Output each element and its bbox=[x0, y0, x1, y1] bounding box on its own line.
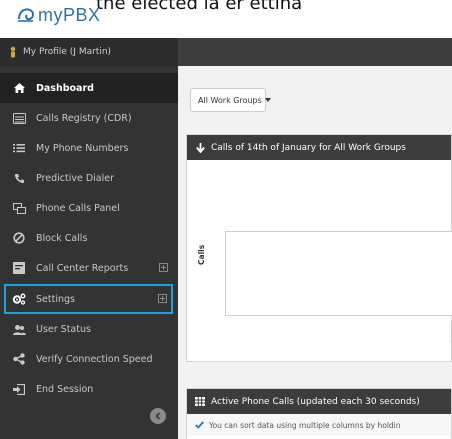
sidebar-item-label: Dashboard bbox=[36, 82, 94, 94]
sidebar-item-phone-numbers[interactable]: My Phone Numbers bbox=[0, 133, 178, 163]
profile-link[interactable]: My Profile (J Martin) bbox=[0, 38, 178, 66]
gear-icon bbox=[12, 292, 26, 306]
calls-chart-ylabel: Calls bbox=[197, 244, 206, 265]
sidebar-item-predictive-dialer[interactable]: Predictive Dialer bbox=[0, 163, 178, 193]
sidebar-item-label: End Session bbox=[36, 383, 94, 395]
registry-icon bbox=[12, 111, 26, 125]
sidebar-item-label: Call Center Reports bbox=[36, 262, 129, 274]
mypbx-logo-icon bbox=[18, 8, 34, 22]
sidebar-item-label: User Status bbox=[36, 323, 91, 335]
panel-icon bbox=[12, 201, 26, 215]
calls-chart-area bbox=[225, 231, 452, 316]
check-icon bbox=[195, 421, 204, 429]
profile-label: My Profile (J Martin) bbox=[23, 47, 112, 57]
calls-chart-panel-header: Calls of 14th of January for All Work Gr… bbox=[187, 135, 451, 160]
sidebar-item-label: Settings bbox=[36, 293, 75, 305]
workgroup-select-value: All Work Groups bbox=[198, 95, 262, 105]
users-icon bbox=[12, 322, 26, 336]
sidebar-item-calls-registry[interactable]: Calls Registry (CDR) bbox=[0, 103, 178, 133]
logout-icon bbox=[12, 382, 26, 396]
block-icon bbox=[12, 231, 26, 245]
user-icon bbox=[10, 46, 16, 58]
sidebar-item-label: My Phone Numbers bbox=[36, 142, 129, 154]
arrow-down-icon bbox=[195, 142, 205, 153]
brand-logo[interactable]: myPBX bbox=[16, 2, 101, 28]
share-icon bbox=[12, 352, 26, 366]
chevron-left-icon bbox=[155, 412, 161, 420]
sidebar-item-block-calls[interactable]: Block Calls bbox=[0, 223, 178, 253]
reports-icon bbox=[12, 261, 26, 275]
sidebar-item-settings[interactable]: Settings bbox=[4, 284, 173, 314]
phone-icon bbox=[12, 171, 26, 185]
caret-down-icon bbox=[264, 98, 271, 102]
active-calls-panel-header: Active Phone Calls (updated each 30 seco… bbox=[187, 389, 451, 414]
sort-info-message: You can sort data using multiple columns… bbox=[187, 414, 451, 436]
workgroup-select[interactable]: All Work Groups bbox=[190, 88, 271, 112]
table-icon bbox=[195, 397, 205, 407]
list-icon bbox=[12, 141, 26, 155]
calls-chart-title: Calls of 14th of January for All Work Gr… bbox=[211, 142, 406, 153]
sidebar-item-user-status[interactable]: User Status bbox=[0, 314, 178, 344]
sidebar-item-call-center-reports[interactable]: Call Center Reports bbox=[0, 253, 178, 283]
expand-icon[interactable] bbox=[158, 294, 167, 303]
sidebar-item-label: Verify Connection Speed bbox=[36, 353, 153, 365]
sidebar-item-end-session[interactable]: End Session bbox=[0, 374, 178, 404]
sidebar-item-phone-calls-panel[interactable]: Phone Calls Panel bbox=[0, 193, 178, 223]
sidebar-item-dashboard[interactable]: Dashboard bbox=[0, 73, 184, 103]
expand-icon[interactable] bbox=[159, 263, 168, 272]
home-icon bbox=[12, 81, 26, 95]
sidebar-item-label: Predictive Dialer bbox=[36, 172, 115, 184]
collapse-sidebar-button[interactable] bbox=[150, 408, 166, 424]
sidebar-item-label: Block Calls bbox=[36, 232, 88, 244]
sidebar-item-verify-connection-speed[interactable]: Verify Connection Speed bbox=[0, 344, 178, 374]
calls-chart-panel: Calls of 14th of January for All Work Gr… bbox=[186, 134, 452, 362]
active-calls-title: Active Phone Calls (updated each 30 seco… bbox=[211, 396, 420, 407]
active-calls-panel: Active Phone Calls (updated each 30 seco… bbox=[186, 388, 452, 439]
brand-name: myPBX bbox=[38, 5, 101, 25]
sidebar-item-label: Calls Registry (CDR) bbox=[36, 112, 132, 124]
sort-info-text: You can sort data using multiple columns… bbox=[209, 420, 401, 430]
clipped-caption: the elected la er ettina bbox=[96, 0, 303, 14]
sidebar-item-label: Phone Calls Panel bbox=[36, 202, 120, 214]
